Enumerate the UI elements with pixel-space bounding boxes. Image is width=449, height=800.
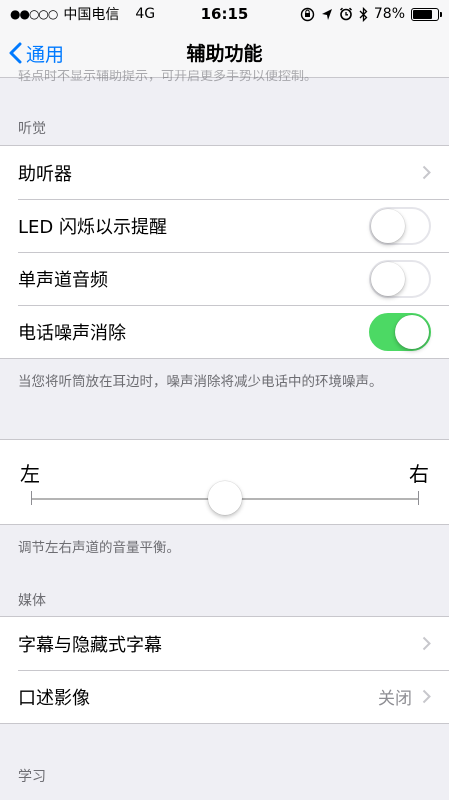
row-hearing-aids[interactable]: 助听器 <box>0 146 449 199</box>
chevron-right-icon <box>422 636 431 651</box>
cut-off-footer-text: 轻点时不显示辅助提示，可开启更多手势以便控制。 <box>18 70 318 82</box>
location-icon <box>321 8 332 20</box>
section-header-learning: 学习 <box>18 769 46 785</box>
orientation-lock-icon <box>300 7 315 21</box>
row-label: 口述影像 <box>18 687 90 709</box>
section-header-hearing: 听觉 <box>18 121 46 137</box>
row-value: 关闭 <box>378 689 412 709</box>
signal-strength-icon: ●●○○○ <box>10 7 58 21</box>
hearing-footer: 当您将听筒放在耳边时，噪声消除将减少电话中的环境噪声。 <box>18 374 383 390</box>
chevron-right-icon <box>422 165 431 180</box>
led-flash-toggle[interactable] <box>369 206 431 245</box>
row-subtitles-captioning[interactable]: 字幕与隐藏式字幕 <box>0 617 449 670</box>
slider-tick-left <box>31 491 32 505</box>
noise-cancellation-toggle[interactable] <box>369 312 431 351</box>
carrier-name: 中国电信 <box>63 7 120 23</box>
hearing-group: 助听器 LED 闪烁以示提醒 单声道音频 电话噪声消除 <box>0 145 449 359</box>
row-right: 关闭 <box>378 684 431 709</box>
status-right: 78% <box>300 6 442 22</box>
row-noise-cancellation: 电话噪声消除 <box>0 305 449 358</box>
row-label: 助听器 <box>18 163 72 185</box>
chevron-left-icon <box>9 42 22 64</box>
balance-right-label: 右 <box>409 462 429 486</box>
balance-slider-knob[interactable] <box>208 481 242 515</box>
bluetooth-icon <box>359 6 368 22</box>
page-title: 辅助功能 <box>186 43 263 65</box>
section-header-media: 媒体 <box>18 593 46 609</box>
slider-tick-right <box>418 491 419 505</box>
row-label: 字幕与隐藏式字幕 <box>18 634 162 656</box>
battery-fill <box>413 9 432 19</box>
battery-percent: 78% <box>373 6 405 22</box>
row-audio-descriptions[interactable]: 口述影像 关闭 <box>0 670 449 723</box>
network-type: 4G <box>135 6 156 22</box>
toggle-knob <box>371 208 405 243</box>
status-left: ●●○○○ 中国电信 4G <box>10 4 155 24</box>
row-label: 电话噪声消除 <box>18 322 126 344</box>
row-led-flash: LED 闪烁以示提醒 <box>0 199 449 252</box>
status-bar: ●●○○○ 中国电信 4G 16:15 78% <box>0 0 449 28</box>
row-right <box>422 636 431 651</box>
balance-left-label: 左 <box>20 462 40 486</box>
toggle-knob <box>395 314 429 349</box>
toggle-knob <box>371 261 405 296</box>
balance-footer: 调节左右声道的音量平衡。 <box>18 540 180 556</box>
alarm-icon <box>339 7 352 21</box>
mono-audio-toggle[interactable] <box>369 259 431 298</box>
row-mono-audio: 单声道音频 <box>0 252 449 305</box>
row-label: LED 闪烁以示提醒 <box>18 216 167 238</box>
media-group: 字幕与隐藏式字幕 口述影像 关闭 <box>0 616 449 724</box>
chevron-right-icon <box>422 689 431 704</box>
balance-group: 左 右 <box>0 439 449 525</box>
row-label: 单声道音频 <box>18 269 108 291</box>
back-label: 通用 <box>26 43 65 66</box>
battery-icon <box>411 7 442 21</box>
